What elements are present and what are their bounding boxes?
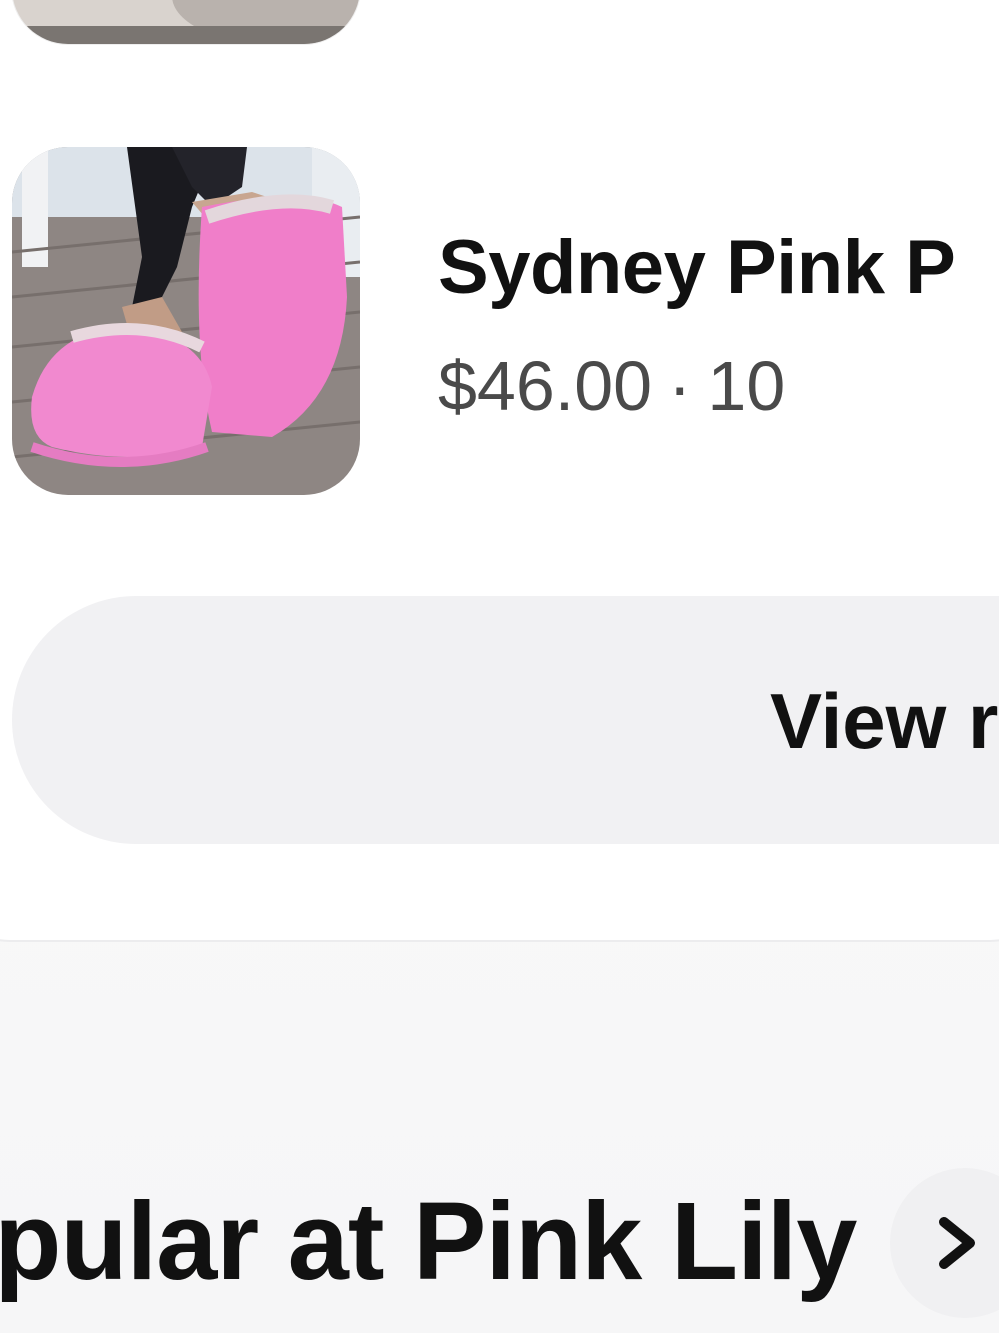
product-meta: $46.00 · 10 [438, 346, 785, 426]
product-count: 10 [707, 347, 786, 425]
product-image[interactable] [12, 147, 360, 495]
section-title: opular at Pink Lily [0, 1180, 857, 1303]
section-see-more-button[interactable] [890, 1168, 999, 1318]
previous-product-image[interactable] [12, 0, 360, 44]
page: Sydney Pink P $46.00 · 10 View r opular at… [0, 0, 999, 1333]
product-price: $46.00 [438, 347, 653, 425]
meta-separator: · [668, 347, 692, 425]
view-button-label: View r [770, 677, 999, 765]
chevron-right-icon [939, 1217, 975, 1269]
product-title[interactable]: Sydney Pink P [438, 224, 956, 311]
